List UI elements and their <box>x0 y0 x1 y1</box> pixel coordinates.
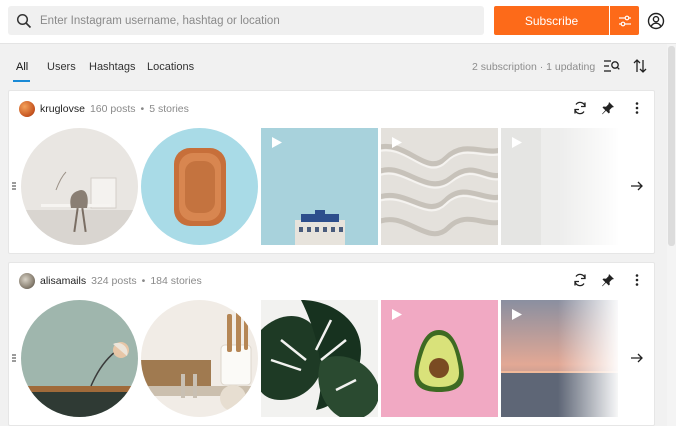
filter-icon <box>617 13 633 29</box>
post-thumbnail[interactable] <box>261 300 378 417</box>
filter-tabs: All Users Hashtags Locations 2 subscript… <box>0 44 676 86</box>
search-icon <box>16 13 32 29</box>
post-thumbnail[interactable] <box>261 128 378 245</box>
top-bar: Subscribe <box>0 0 676 44</box>
arrow-right-icon[interactable] <box>629 178 645 194</box>
card-header: alisamails 324 posts • 184 stories <box>19 273 202 289</box>
posts-count: 324 posts <box>91 275 137 287</box>
avatar[interactable] <box>19 101 35 117</box>
sort-icon[interactable] <box>632 58 648 74</box>
tab-users[interactable]: Users <box>47 61 76 73</box>
bullet-separator: • <box>141 275 146 287</box>
refresh-icon[interactable] <box>572 272 588 288</box>
play-icon <box>512 309 522 320</box>
post-thumbnail[interactable] <box>501 300 618 417</box>
posts-count: 160 posts <box>89 103 136 115</box>
more-icon[interactable] <box>629 100 645 116</box>
stories-count: 184 stories <box>150 275 202 287</box>
fade-overlay <box>558 128 618 245</box>
story-thumbnail[interactable] <box>141 128 258 245</box>
scrollbar-thumb[interactable] <box>668 46 675 246</box>
refresh-icon[interactable] <box>572 100 588 116</box>
drag-handle-icon[interactable] <box>12 182 16 190</box>
arrow-right-icon[interactable] <box>629 350 645 366</box>
tab-hashtags[interactable]: Hashtags <box>89 61 135 73</box>
list-search-icon[interactable] <box>603 59 620 73</box>
tab-all[interactable]: All <box>16 61 28 73</box>
story-thumbnail[interactable] <box>21 128 138 245</box>
play-icon <box>512 137 522 148</box>
card-header: kruglovse 160 posts • 5 stories <box>19 101 189 117</box>
story-thumbnail[interactable] <box>21 300 138 417</box>
tab-locations[interactable]: Locations <box>147 61 194 73</box>
pin-icon[interactable] <box>600 272 616 288</box>
post-thumbnail[interactable] <box>501 128 618 245</box>
post-thumbnail[interactable] <box>381 300 498 417</box>
drag-handle-icon[interactable] <box>12 354 16 362</box>
post-thumbnail[interactable] <box>381 128 498 245</box>
bullet-separator: • <box>140 103 145 115</box>
search-box[interactable] <box>8 6 484 35</box>
username[interactable]: kruglovse <box>40 103 85 115</box>
subscription-card: kruglovse 160 posts • 5 stories <box>8 90 655 254</box>
subscription-card: alisamails 324 posts • 184 stories <box>8 262 655 426</box>
active-tab-indicator <box>13 80 30 82</box>
play-icon <box>272 137 282 148</box>
play-icon <box>392 137 402 148</box>
play-icon <box>392 309 402 320</box>
avatar[interactable] <box>19 273 35 289</box>
subscription-status: 2 subscription · 1 updating <box>472 61 596 73</box>
fade-overlay <box>558 300 618 417</box>
stories-count: 5 stories <box>149 103 189 115</box>
account-icon[interactable] <box>647 12 665 30</box>
filter-button[interactable] <box>610 6 639 35</box>
pin-icon[interactable] <box>600 100 616 116</box>
search-input[interactable] <box>40 14 484 27</box>
more-icon[interactable] <box>629 272 645 288</box>
subscribe-button[interactable]: Subscribe <box>494 6 609 35</box>
story-thumbnail[interactable] <box>141 300 258 417</box>
username[interactable]: alisamails <box>40 275 86 287</box>
